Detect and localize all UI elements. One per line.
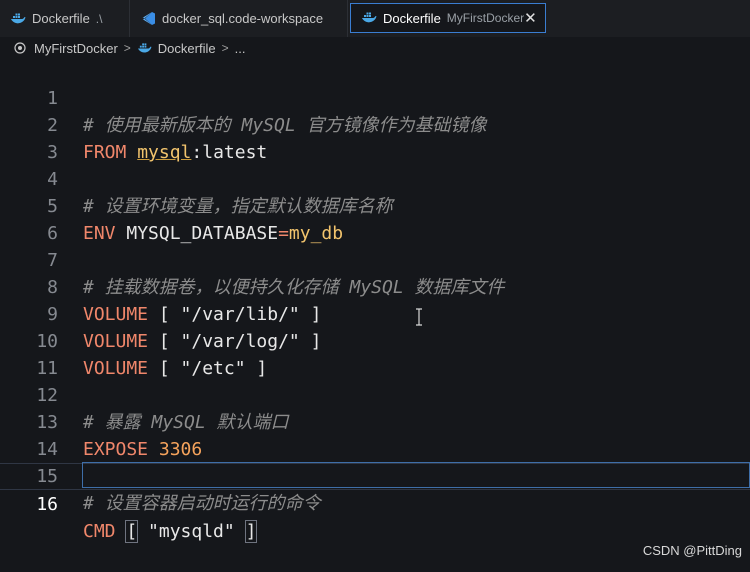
breadcrumb-file-label: Dockerfile <box>158 41 216 56</box>
code-line-1[interactable]: 1 # 使用最新版本的 MySQL 官方镜像作为基础镜像 <box>0 58 750 85</box>
chevron-right-icon: > <box>222 41 229 55</box>
close-icon[interactable]: ✕ <box>524 10 537 26</box>
breadcrumb-file[interactable]: Dockerfile <box>137 41 216 56</box>
vscode-icon <box>140 11 156 27</box>
keyword: CMD <box>83 521 116 542</box>
code-line-7[interactable]: 7 # 挂载数据卷，以便持久化存储 MySQL 数据库文件 <box>0 220 750 247</box>
code-line-14[interactable]: 14 <box>0 409 750 436</box>
code-line-12[interactable]: 12 # 暴露 MySQL 默认端口 <box>0 355 750 382</box>
tab-workspace[interactable]: docker_sql.code-workspace <box>130 0 348 37</box>
code-line-4[interactable]: 4 # 设置环境变量，指定默认数据库名称 <box>0 139 750 166</box>
tab-dockerfile-active[interactable]: Dockerfile MyFirstDocker ✕ <box>350 3 546 33</box>
command-string: "mysqld" <box>137 521 245 542</box>
code-line-13[interactable]: 13 EXPOSE 3306 <box>0 382 750 409</box>
watermark: CSDN @PittDing <box>643 543 742 558</box>
active-line-highlight <box>82 462 750 488</box>
code-line-10[interactable]: 10 VOLUME [ "/etc" ] <box>0 301 750 328</box>
breadcrumb-folder-label: MyFirstDocker <box>34 41 118 56</box>
tab-label: Dockerfile <box>32 11 90 26</box>
bracket-match-open: [ <box>126 521 137 542</box>
tab-label: Dockerfile <box>383 11 441 26</box>
code-line-11[interactable]: 11 <box>0 328 750 355</box>
comment: # 设置容器启动时运行的命令 <box>83 493 321 514</box>
code-line-9[interactable]: 9 VOLUME [ "/var/log/" ] <box>0 274 750 301</box>
docker-icon <box>10 11 26 27</box>
bracket-match-close: ] <box>246 521 257 542</box>
code-editor[interactable]: 1 # 使用最新版本的 MySQL 官方镜像作为基础镜像 2 FROM mysq… <box>0 58 750 565</box>
docker-icon <box>361 10 377 26</box>
text-cursor-icon <box>414 308 424 326</box>
breadcrumb-folder[interactable]: MyFirstDocker <box>14 41 118 56</box>
tab-path-suffix: .\ <box>96 12 103 26</box>
folder-circle-icon <box>14 42 26 54</box>
code-line-2[interactable]: 2 FROM mysql:latest <box>0 85 750 112</box>
code-line-5[interactable]: 5 ENV MYSQL_DATABASE=my_db <box>0 166 750 193</box>
breadcrumb-more[interactable]: ... <box>235 41 246 56</box>
tab-bar: Dockerfile .\ docker_sql.code-workspace … <box>0 0 750 38</box>
code-line-3[interactable]: 3 <box>0 112 750 139</box>
tab-label: docker_sql.code-workspace <box>162 11 323 26</box>
code-line-8[interactable]: 8 VOLUME [ "/var/lib/" ] <box>0 247 750 274</box>
docker-icon <box>137 42 152 55</box>
tab-dockerfile-root[interactable]: Dockerfile .\ <box>0 0 130 37</box>
code-line-15[interactable]: 15 # 设置容器启动时运行的命令 <box>0 436 750 463</box>
line-number: 16 <box>0 491 58 518</box>
code-line-6[interactable]: 6 <box>0 193 750 220</box>
breadcrumb: MyFirstDocker > Dockerfile > ... <box>0 37 750 59</box>
tab-path-suffix: MyFirstDocker <box>447 11 524 25</box>
chevron-right-icon: > <box>124 41 131 55</box>
